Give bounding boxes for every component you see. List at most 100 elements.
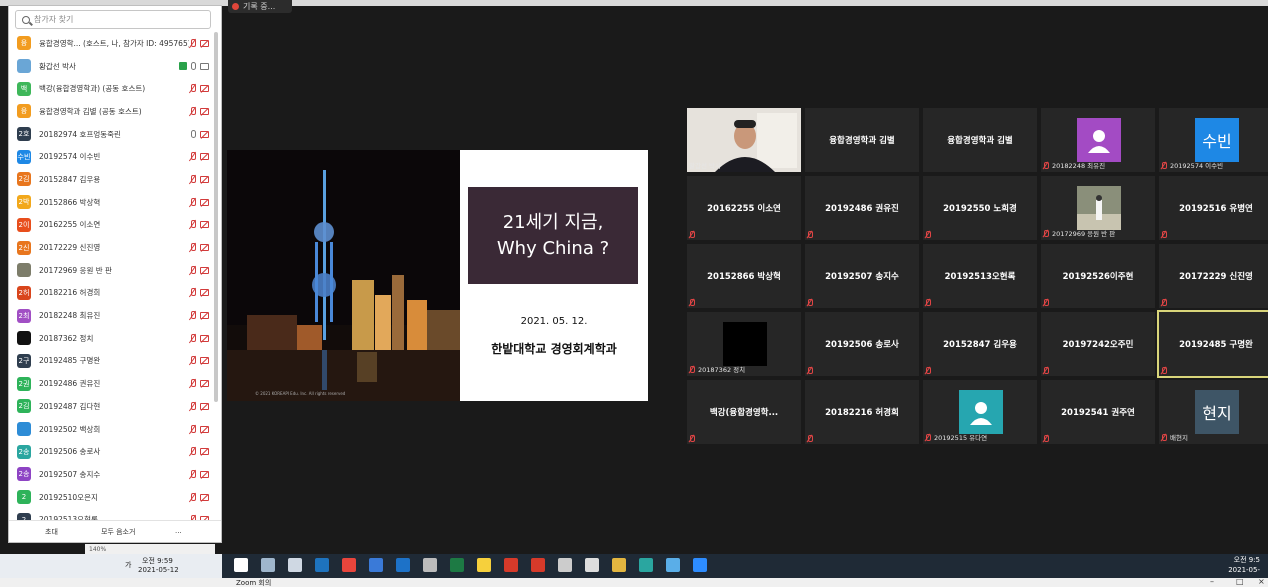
camera-off-icon[interactable] bbox=[200, 470, 209, 478]
participant-search[interactable]: 참가자 찾기 bbox=[15, 10, 211, 29]
close-icon[interactable]: × bbox=[1258, 577, 1265, 586]
mic-muted-icon[interactable] bbox=[189, 311, 196, 320]
mail-icon[interactable] bbox=[396, 558, 410, 572]
camera-off-icon[interactable] bbox=[200, 334, 209, 342]
participant-row[interactable]: 20192502 백상희 bbox=[9, 418, 213, 441]
video-tile[interactable]: 융합경영학과 김별 bbox=[923, 108, 1037, 172]
mic-muted-icon[interactable] bbox=[189, 379, 196, 388]
mic-muted-icon[interactable] bbox=[189, 243, 196, 252]
participant-row[interactable]: 2김 20152847 김우용 bbox=[9, 168, 213, 191]
participant-row[interactable]: 융 융합경영학과 김별 (공동 호스트) bbox=[9, 100, 213, 123]
participant-row[interactable]: 융 융합경영학... (호스트, 나, 참가자 ID: 495765) bbox=[9, 32, 213, 55]
mic-muted-icon[interactable] bbox=[189, 197, 196, 207]
camera-off-icon[interactable] bbox=[200, 39, 209, 47]
mic-muted-icon[interactable] bbox=[189, 152, 196, 161]
zoom-icon[interactable] bbox=[693, 558, 707, 572]
video-tile[interactable]: 20192485 구명완 bbox=[1157, 310, 1268, 378]
app-icon[interactable] bbox=[666, 558, 680, 572]
video-tile[interactable]: 20197242오주민 bbox=[1041, 312, 1155, 376]
participant-row[interactable]: 20187362 정치 bbox=[9, 327, 213, 350]
video-tile[interactable]: 20172969 응원 반 판 bbox=[1041, 176, 1155, 240]
video-tile[interactable]: 융합경영학과 김별 bbox=[805, 108, 919, 172]
app-icon[interactable] bbox=[423, 558, 437, 572]
camera-off-icon[interactable] bbox=[200, 107, 209, 115]
camera-off-icon[interactable] bbox=[200, 266, 209, 274]
task-view-icon[interactable] bbox=[288, 558, 302, 572]
excel-icon[interactable] bbox=[450, 558, 464, 572]
video-tile[interactable]: 백강(융합경영학... bbox=[687, 380, 801, 444]
mic-muted-icon[interactable] bbox=[189, 401, 196, 411]
store-icon[interactable] bbox=[369, 558, 383, 572]
sticky-notes-icon[interactable] bbox=[477, 558, 491, 572]
video-tile[interactable]: 20192541 권주연 bbox=[1041, 380, 1155, 444]
participant-row[interactable]: 2허 20182216 허경희 bbox=[9, 282, 213, 305]
video-tile[interactable]: 20192516 유병연 bbox=[1159, 176, 1268, 240]
camera-icon[interactable] bbox=[200, 62, 209, 70]
video-tile[interactable]: 20192486 권유진 bbox=[805, 176, 919, 240]
camera-off-icon[interactable] bbox=[200, 448, 209, 456]
camera-off-icon[interactable] bbox=[200, 493, 209, 501]
camera-off-icon[interactable] bbox=[200, 221, 209, 229]
video-tile[interactable]: 20172229 신진영 bbox=[1159, 244, 1268, 308]
more-button[interactable]: ... bbox=[175, 527, 182, 535]
ime-indicator[interactable]: 가 bbox=[125, 560, 131, 570]
participant-row[interactable]: 2송 20192506 송로사 bbox=[9, 440, 213, 463]
video-tile[interactable]: 20182248 최유진 bbox=[1041, 108, 1155, 172]
participant-row[interactable]: 2구 20192485 구명완 bbox=[9, 350, 213, 373]
participant-row[interactable]: 2박 20152866 박상혁 bbox=[9, 191, 213, 214]
participant-row[interactable]: 2최 20182248 최유진 bbox=[9, 304, 213, 327]
camera-off-icon[interactable] bbox=[200, 175, 209, 183]
mic-muted-icon[interactable] bbox=[189, 333, 196, 343]
mic-muted-icon[interactable] bbox=[189, 356, 196, 365]
participant-row[interactable]: 2권 20192486 권유진 bbox=[9, 372, 213, 395]
mic-muted-icon[interactable] bbox=[189, 106, 196, 116]
video-tile[interactable]: 수빈 20192574 이수빈 bbox=[1159, 108, 1268, 172]
camera-off-icon[interactable] bbox=[200, 312, 209, 320]
minimize-icon[interactable]: – bbox=[1210, 577, 1214, 586]
mic-muted-icon[interactable] bbox=[189, 38, 196, 48]
system-clock[interactable]: 오전 9:5 2021-05- bbox=[1228, 555, 1260, 575]
participant-row[interactable]: 2이 20162255 이소연 bbox=[9, 214, 213, 237]
participant-row[interactable]: 황갑선 박사 bbox=[9, 55, 213, 78]
mic-muted-icon[interactable] bbox=[189, 492, 196, 502]
xmind-icon[interactable] bbox=[531, 558, 545, 572]
mic-muted-icon[interactable] bbox=[189, 84, 196, 93]
video-tile[interactable]: 20162255 이소연 bbox=[687, 176, 801, 240]
video-tile[interactable]: 20152866 박상혁 bbox=[687, 244, 801, 308]
video-tile[interactable]: 20192513오현록 bbox=[923, 244, 1037, 308]
video-tile[interactable]: 20192506 송로사 bbox=[805, 312, 919, 376]
zoom-level-control[interactable]: 140% bbox=[85, 544, 215, 554]
app-icon[interactable] bbox=[558, 558, 572, 572]
video-tile[interactable]: 20182216 허경희 bbox=[805, 380, 919, 444]
mic-muted-icon[interactable] bbox=[189, 469, 196, 479]
participant-row[interactable]: 2김 20192487 김다현 bbox=[9, 395, 213, 418]
video-tile[interactable]: 20192550 노희경 bbox=[923, 176, 1037, 240]
camera-off-icon[interactable] bbox=[200, 153, 209, 161]
camera-off-icon[interactable] bbox=[200, 244, 209, 252]
camera-off-icon[interactable] bbox=[200, 85, 209, 93]
camera-off-icon[interactable] bbox=[200, 402, 209, 410]
app-icon[interactable] bbox=[585, 558, 599, 572]
participant-scrollbar[interactable] bbox=[214, 32, 218, 402]
app-icon[interactable] bbox=[639, 558, 653, 572]
camera-off-icon[interactable] bbox=[200, 357, 209, 365]
camera-off-icon[interactable] bbox=[200, 130, 209, 138]
pdf-icon[interactable] bbox=[504, 558, 518, 572]
camera-off-icon[interactable] bbox=[200, 425, 209, 433]
camera-off-icon[interactable] bbox=[200, 289, 209, 297]
camera-off-icon[interactable] bbox=[200, 198, 209, 206]
video-tile[interactable]: 20187362 정치 bbox=[687, 312, 801, 376]
mic-muted-icon[interactable] bbox=[189, 424, 196, 434]
participant-row[interactable]: 2 20192510오은지 bbox=[9, 486, 213, 509]
participant-row[interactable]: 2호 20182974 호프엉동죽린 bbox=[9, 123, 213, 146]
mic-muted-icon[interactable] bbox=[189, 447, 196, 456]
maximize-icon[interactable]: □ bbox=[1236, 577, 1244, 586]
participant-row[interactable]: 2신 20172229 신진영 bbox=[9, 236, 213, 259]
chrome-icon[interactable] bbox=[342, 558, 356, 572]
participant-row[interactable]: 2 20192513오현록 bbox=[9, 508, 213, 520]
participant-row[interactable]: 백 백강(융합경영학과) (공동 호스트) bbox=[9, 77, 213, 100]
edge-icon[interactable] bbox=[315, 558, 329, 572]
video-tile[interactable]: 20192526이주현 bbox=[1041, 244, 1155, 308]
video-tile[interactable]: 현지 배현지 bbox=[1159, 380, 1268, 444]
mic-icon[interactable] bbox=[191, 130, 196, 139]
